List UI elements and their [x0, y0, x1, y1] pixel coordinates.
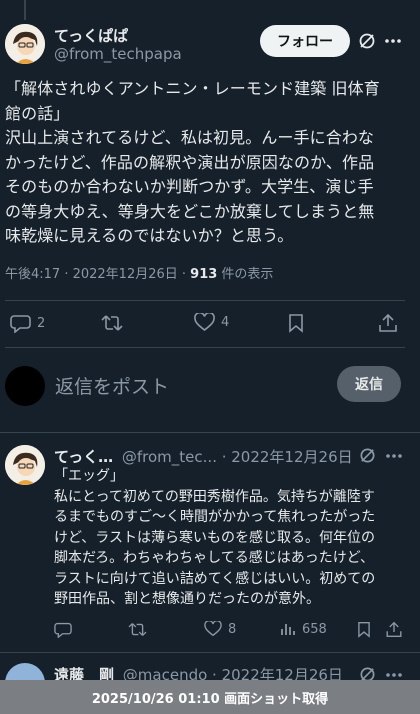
reply-text: 「エッグ」 私にとって初めての野田秀樹作品。気持ちが離陸す るまでものすご〜く時… [54, 468, 376, 607]
views-label[interactable]: 件の表示 [217, 267, 273, 282]
grok-icon[interactable] [358, 32, 376, 50]
author-name[interactable]: てっくぱぱ [54, 25, 128, 46]
author-handle[interactable]: @from_techpapa [54, 45, 182, 63]
heart-icon [194, 313, 215, 332]
repost-icon [128, 621, 147, 638]
more-icon[interactable] [386, 672, 402, 678]
reply-icon [10, 313, 31, 333]
reply-button[interactable]: 返信 [337, 366, 401, 402]
reply-action[interactable]: 2 [10, 313, 45, 333]
share-action[interactable] [379, 313, 397, 333]
handle-date[interactable]: @from_tec... · 2022年12月26日 [122, 448, 353, 466]
share-action[interactable] [386, 621, 402, 638]
divider [0, 432, 420, 433]
repost-action[interactable] [128, 621, 147, 638]
share-icon [379, 313, 397, 333]
views-count: 913 [190, 267, 218, 282]
avatar[interactable] [5, 445, 45, 485]
like-count: 8 [228, 621, 237, 637]
repost-action[interactable] [101, 313, 123, 333]
repost-icon [101, 313, 123, 333]
view-count: 658 [302, 621, 327, 637]
reply-action[interactable] [54, 621, 72, 638]
avatar[interactable] [5, 24, 45, 64]
tweet-text: 「解体されゆくアントニン・レーモンド建築 旧体育 館の話」 沢山上演されてるけど… [5, 79, 380, 245]
share-icon [386, 621, 402, 638]
tweet-time[interactable]: 午後4:17 · 2022年12月26日 · [5, 267, 190, 282]
author-name[interactable]: てっく… [54, 448, 113, 466]
bookmark-action[interactable] [357, 621, 371, 638]
screenshot-banner: 2025/10/26 01:10 画面ショット取得 [0, 680, 420, 714]
grok-icon[interactable] [359, 447, 376, 464]
more-icon[interactable] [385, 38, 401, 44]
heart-icon [204, 621, 222, 637]
thread-line-top [24, 0, 26, 20]
my-avatar[interactable] [5, 366, 45, 406]
more-icon[interactable] [386, 453, 402, 459]
reply-header: てっく… @from_tec... · 2022年12月26日 [54, 446, 353, 467]
reply-count: 2 [37, 315, 46, 331]
follow-button[interactable]: フォロー [260, 25, 350, 57]
divider [5, 347, 405, 348]
reply-icon [54, 621, 72, 638]
divider [0, 652, 420, 653]
reply-input[interactable]: 返信をポスト [55, 372, 169, 399]
bar-chart-icon [280, 621, 296, 637]
like-action[interactable]: 4 [194, 313, 229, 332]
divider [5, 300, 405, 301]
bookmark-action[interactable] [288, 313, 304, 333]
bookmark-icon [357, 621, 371, 638]
views-action[interactable]: 658 [280, 621, 327, 637]
like-action[interactable]: 8 [204, 621, 236, 637]
like-count: 4 [221, 315, 230, 330]
tweet-meta: 午後4:17 · 2022年12月26日 · 913 件の表示 [5, 263, 273, 282]
bookmark-icon [288, 313, 304, 333]
